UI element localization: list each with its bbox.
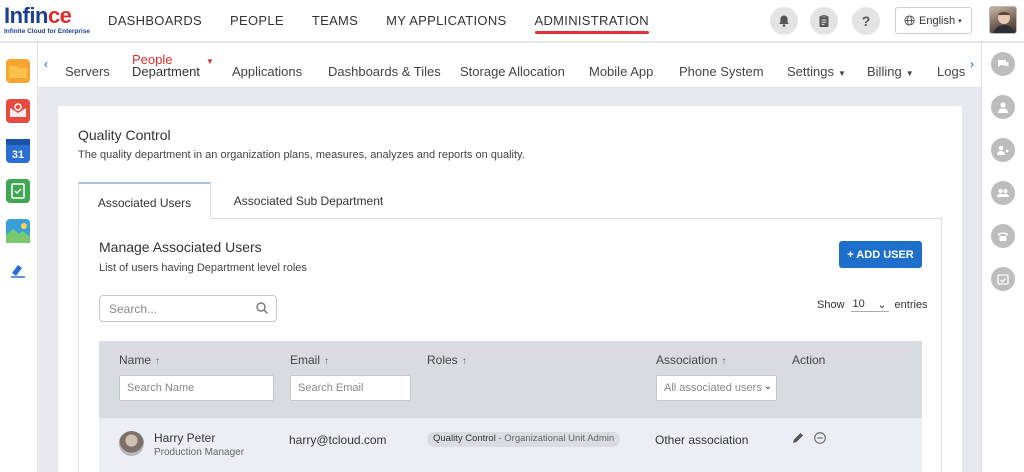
nav-teams[interactable]: TEAMS — [312, 0, 358, 42]
top-bar: Infince Infinite Cloud for Enterprise DA… — [0, 0, 1024, 42]
main-nav: DASHBOARDS PEOPLE TEAMS MY APPLICATIONS … — [108, 0, 677, 42]
subnav-servers[interactable]: Servers — [65, 64, 110, 79]
sort-arrow-icon: ↑ — [461, 356, 467, 367]
user-icon[interactable] — [991, 95, 1015, 119]
nav-administration[interactable]: ADMINISTRATION — [534, 0, 650, 42]
admin-subnav: ‹ Servers People ▼ Department Applicatio… — [38, 43, 981, 88]
sort-arrow-icon: ↑ — [324, 356, 330, 367]
show-label: Show — [817, 299, 845, 311]
subnav-mobile-app[interactable]: Mobile App — [589, 64, 653, 79]
column-email[interactable]: Email ↑ — [290, 353, 329, 367]
user-title: Production Manager — [154, 447, 245, 458]
page-description: The quality department in an organizatio… — [78, 149, 525, 161]
sort-arrow-icon: ↑ — [721, 356, 727, 367]
language-select[interactable]: English ▾ — [895, 7, 972, 34]
tab-associated-sub-department[interactable]: Associated Sub Department — [211, 182, 406, 219]
sort-arrow-icon: ↑ — [155, 356, 161, 367]
column-name[interactable]: Name ↑ — [119, 353, 160, 367]
infince-logo[interactable]: Infince Infinite Cloud for Enterprise — [4, 5, 104, 39]
language-label: English — [919, 14, 956, 27]
department-tabs: Associated Users Associated Sub Departme… — [78, 182, 942, 219]
calendar-check-icon[interactable] — [991, 267, 1015, 291]
entries-label: entries — [894, 299, 928, 311]
user-avatar[interactable] — [989, 6, 1017, 34]
right-dock — [981, 43, 1024, 472]
folder-app-icon[interactable] — [6, 59, 30, 83]
mail-app-icon[interactable] — [6, 99, 30, 123]
caret-down-icon: ▼ — [905, 69, 914, 78]
role-badge: Quality Control - Organizational Unit Ad… — [427, 432, 621, 447]
remove-circle-icon[interactable] — [813, 431, 827, 445]
user-association: Other association — [655, 433, 749, 447]
tcloud-app-icon[interactable] — [6, 259, 30, 283]
subnav-logs[interactable]: Logs — [937, 64, 965, 79]
notifications-bell-icon[interactable] — [770, 7, 798, 35]
users-group-icon[interactable] — [991, 181, 1015, 205]
entries-select[interactable]: 10 ⌄ — [850, 298, 889, 312]
search-input[interactable]: Search... — [99, 295, 277, 322]
logo-tagline: Infinite Cloud for Enterprise — [4, 28, 90, 35]
edit-pencil-icon[interactable] — [791, 431, 805, 445]
subnav-storage-allocation[interactable]: Storage Allocation — [460, 64, 565, 79]
subnav-dashboards-tiles[interactable]: Dashboards & Tiles — [328, 64, 441, 79]
search-placeholder: Search... — [109, 301, 158, 316]
caret-down-icon[interactable]: ▼ — [206, 57, 214, 66]
globe-icon — [904, 15, 915, 26]
phone-icon[interactable] — [991, 224, 1015, 248]
gallery-app-icon[interactable] — [6, 219, 30, 243]
calendar-app-icon[interactable]: 31 — [6, 139, 30, 163]
association-filter-select[interactable]: All associated users ⌄ — [656, 375, 777, 401]
chevron-left-icon[interactable]: ‹ — [44, 57, 48, 71]
nav-people[interactable]: PEOPLE — [230, 0, 284, 42]
tab-associated-users[interactable]: Associated Users — [78, 182, 211, 219]
svg-text:31: 31 — [12, 149, 24, 161]
column-roles[interactable]: Roles ↑ — [427, 353, 467, 367]
column-action: Action — [792, 353, 826, 367]
add-user-button[interactable]: + ADD USER — [839, 241, 922, 268]
user-email: harry@tcloud.com — [289, 433, 387, 447]
chevron-down-icon: ▾ — [958, 17, 962, 25]
nav-my-applications[interactable]: MY APPLICATIONS — [386, 0, 506, 42]
page-title: Quality Control — [78, 127, 171, 143]
associated-users-panel: Manage Associated Users List of users ha… — [78, 219, 942, 472]
entries-control: Show 10 ⌄ entries — [817, 298, 928, 312]
tasks-app-icon[interactable] — [6, 179, 30, 203]
panel-subtitle: List of users having Department level ro… — [99, 262, 307, 274]
chevron-right-icon[interactable]: › — [970, 57, 974, 71]
search-email-input[interactable]: Search Email — [290, 375, 411, 401]
user-avatar — [119, 431, 144, 456]
nav-dashboards[interactable]: DASHBOARDS — [108, 0, 202, 42]
search-name-input[interactable]: Search Name — [119, 375, 274, 401]
chevron-down-icon: ⌄ — [763, 381, 772, 392]
department-card: Quality Control The quality department i… — [58, 106, 962, 472]
subnav-applications[interactable]: Applications — [232, 64, 302, 79]
tasks-clipboard-icon[interactable] — [810, 7, 838, 35]
table-header: Name ↑ Email ↑ Roles ↑ Association ↑ Action … — [99, 341, 922, 418]
help-question-icon[interactable]: ? — [852, 7, 880, 35]
chat-icon[interactable] — [991, 52, 1015, 76]
subnav-billing[interactable]: Billing ▼ — [867, 64, 914, 79]
user-share-icon[interactable] — [991, 138, 1015, 162]
subnav-phone-system[interactable]: Phone System — [679, 64, 764, 79]
subnav-settings[interactable]: Settings ▼ — [787, 64, 846, 79]
column-association[interactable]: Association ↑ — [656, 353, 726, 367]
caret-down-icon: ▼ — [837, 69, 846, 78]
table-row: Harry Peter Production Manager harry@tcl… — [99, 418, 922, 472]
chevron-down-icon: ⌄ — [877, 299, 887, 311]
panel-title: Manage Associated Users — [99, 239, 262, 255]
subnav-department[interactable]: Department — [132, 64, 200, 79]
user-name: Harry Peter — [154, 431, 216, 445]
search-icon — [256, 302, 268, 314]
app-dock: 31 — [0, 43, 38, 472]
